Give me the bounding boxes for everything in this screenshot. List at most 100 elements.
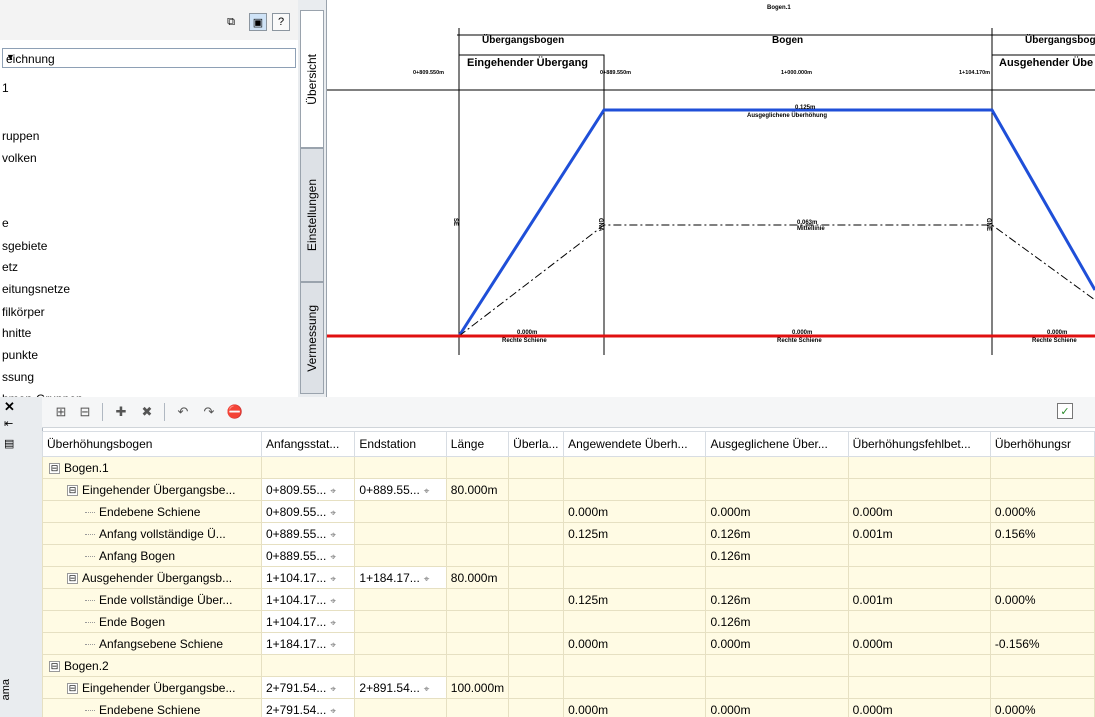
cell-rate[interactable]: -0.156% [989,632,1095,655]
pick-station-icon[interactable]: ⌖ [330,640,336,651]
auto-hide-icon[interactable]: ⇤ [4,417,13,430]
cell-rate[interactable]: 0.000% [989,500,1095,523]
cell-len[interactable]: 80.000m [445,566,510,589]
cell-rate[interactable] [989,654,1095,677]
cell-ov[interactable] [508,478,565,501]
tree-item[interactable]: ssung [2,370,34,384]
cell-start[interactable]: 0+889.55... ⌖ [260,522,356,545]
pick-station-icon[interactable]: ⌖ [424,574,430,585]
tree-item[interactable]: punkte [2,348,38,362]
table-row[interactable]: Endebene Schiene 2+791.54... ⌖ 0.000m 0.000m… [42,698,1095,717]
cell-rate[interactable] [989,456,1095,479]
cell-rate[interactable] [989,676,1095,699]
table-row[interactable]: ⊟ Bogen.2 [42,654,1095,677]
cell-ov[interactable] [508,456,565,479]
row-name-cell[interactable]: ⊟ Eingehender Übergangsbe... [42,676,262,699]
cell-comp[interactable]: 0.000m [705,698,849,717]
pick-station-icon[interactable]: ⌖ [330,618,336,629]
expand-toggle-icon[interactable]: ⊟ [67,682,78,694]
cell-applied[interactable] [563,610,707,633]
cell-start[interactable]: 0+889.55... ⌖ [260,544,356,567]
cell-len[interactable] [445,654,510,677]
cell-start[interactable]: 1+104.17... ⌖ [260,610,356,633]
cell-start[interactable]: 1+104.17... ⌖ [260,566,356,589]
view-selector-dropdown[interactable]: eichnung ▼ [2,48,296,68]
pick-station-icon[interactable]: ⌖ [330,530,336,541]
row-name-cell[interactable]: Anfangsebene Schiene [42,632,262,655]
pick-station-icon[interactable]: ⌖ [330,684,336,695]
cell-applied[interactable] [563,478,707,501]
cell-ov[interactable] [508,654,565,677]
cell-rate[interactable] [989,544,1095,567]
cell-comp[interactable]: 0.000m [705,500,849,523]
cell-len[interactable] [445,500,510,523]
row-name-cell[interactable]: ⊟ Bogen.1 [42,456,262,479]
cell-def[interactable]: 0.000m [847,698,991,717]
cell-def[interactable] [847,478,991,501]
cell-applied[interactable] [563,676,707,699]
cell-end[interactable]: 0+889.55... ⌖ [354,478,447,501]
tree-item[interactable]: volken [2,151,37,165]
row-name-cell[interactable]: Ende vollständige Über... [42,588,262,611]
cell-def[interactable] [847,456,991,479]
table-row[interactable]: Ende Bogen 1+104.17... ⌖ 0.126m [42,610,1095,633]
expand-toggle-icon[interactable]: ⊟ [49,462,60,474]
cell-applied[interactable] [563,654,707,677]
cell-len[interactable] [445,632,510,655]
redo-icon[interactable]: ↷ [200,403,218,421]
pick-station-icon[interactable]: ⌖ [330,486,336,497]
help-icon[interactable]: ? [272,13,290,31]
collapse-all-icon[interactable]: ⊟ [76,403,94,421]
tree-item[interactable]: e [2,216,9,230]
cell-comp[interactable]: 0.126m [705,522,849,545]
row-name-cell[interactable]: Anfang Bogen [42,544,262,567]
tree-item[interactable]: 1 [2,81,9,95]
table-row[interactable]: ⊟ Bogen.1 [42,456,1095,479]
item-view-icon[interactable]: ⧉ [222,13,240,31]
cell-applied[interactable]: 0.125m [563,588,707,611]
cell-end[interactable] [354,456,447,479]
panel-view-icon[interactable]: ▣ [249,13,267,31]
cell-rate[interactable] [989,478,1095,501]
cell-comp[interactable]: 0.126m [705,610,849,633]
cell-def[interactable]: 0.001m [847,588,991,611]
cell-start[interactable]: 1+104.17... ⌖ [260,588,356,611]
table-row[interactable]: ⊟ Eingehender Übergangsbe... 2+791.54... ⌖ 2… [42,676,1095,699]
tree-item[interactable]: filkörper [2,305,45,319]
tree-item[interactable]: sgebiete [2,239,47,253]
cell-rate[interactable]: 0.156% [989,522,1095,545]
cell-rate[interactable]: 0.000% [989,588,1095,611]
cell-end[interactable] [354,654,447,677]
cell-ov[interactable] [508,676,565,699]
cell-start[interactable]: 0+809.55... ⌖ [260,500,356,523]
pick-station-icon[interactable]: ⌖ [330,706,336,717]
delete-icon[interactable]: ✖ [138,403,156,421]
cell-applied[interactable]: 0.000m [563,500,707,523]
cell-len[interactable] [445,456,510,479]
cell-ov[interactable] [508,610,565,633]
cell-comp[interactable]: 0.126m [705,544,849,567]
cell-len[interactable]: 100.000m [445,676,510,699]
cell-ov[interactable] [508,522,565,545]
cell-len[interactable] [445,522,510,545]
cell-applied[interactable]: 0.000m [563,698,707,717]
pick-station-icon[interactable]: ⌖ [424,486,430,497]
cell-end[interactable] [354,632,447,655]
tree-item[interactable]: hnitte [2,326,31,340]
table-row[interactable]: Anfangsebene Schiene 1+184.17... ⌖ 0.000m 0.… [42,632,1095,655]
cell-def[interactable] [847,654,991,677]
close-icon[interactable]: ✕ [4,399,15,415]
pick-station-icon[interactable]: ⌖ [330,574,336,585]
tab-settings[interactable]: Einstellungen [300,148,324,282]
cell-end[interactable]: 2+891.54... ⌖ [354,676,447,699]
cell-ov[interactable] [508,500,565,523]
column-header[interactable]: Ausgeglichene Über... [705,431,849,457]
cell-rate[interactable]: 0.000% [989,698,1095,717]
tab-survey[interactable]: Vermessung [300,282,324,394]
cell-comp[interactable] [705,456,849,479]
table-row[interactable]: ⊟ Eingehender Übergangsbe... 0+809.55... ⌖ 0… [42,478,1095,501]
cell-end[interactable] [354,500,447,523]
column-header[interactable]: Überhöhungsfehlbet... [847,431,991,457]
cell-len[interactable] [445,588,510,611]
table-row[interactable]: ⊟ Ausgehender Übergangsb... 1+104.17... ⌖ 1+… [42,566,1095,589]
